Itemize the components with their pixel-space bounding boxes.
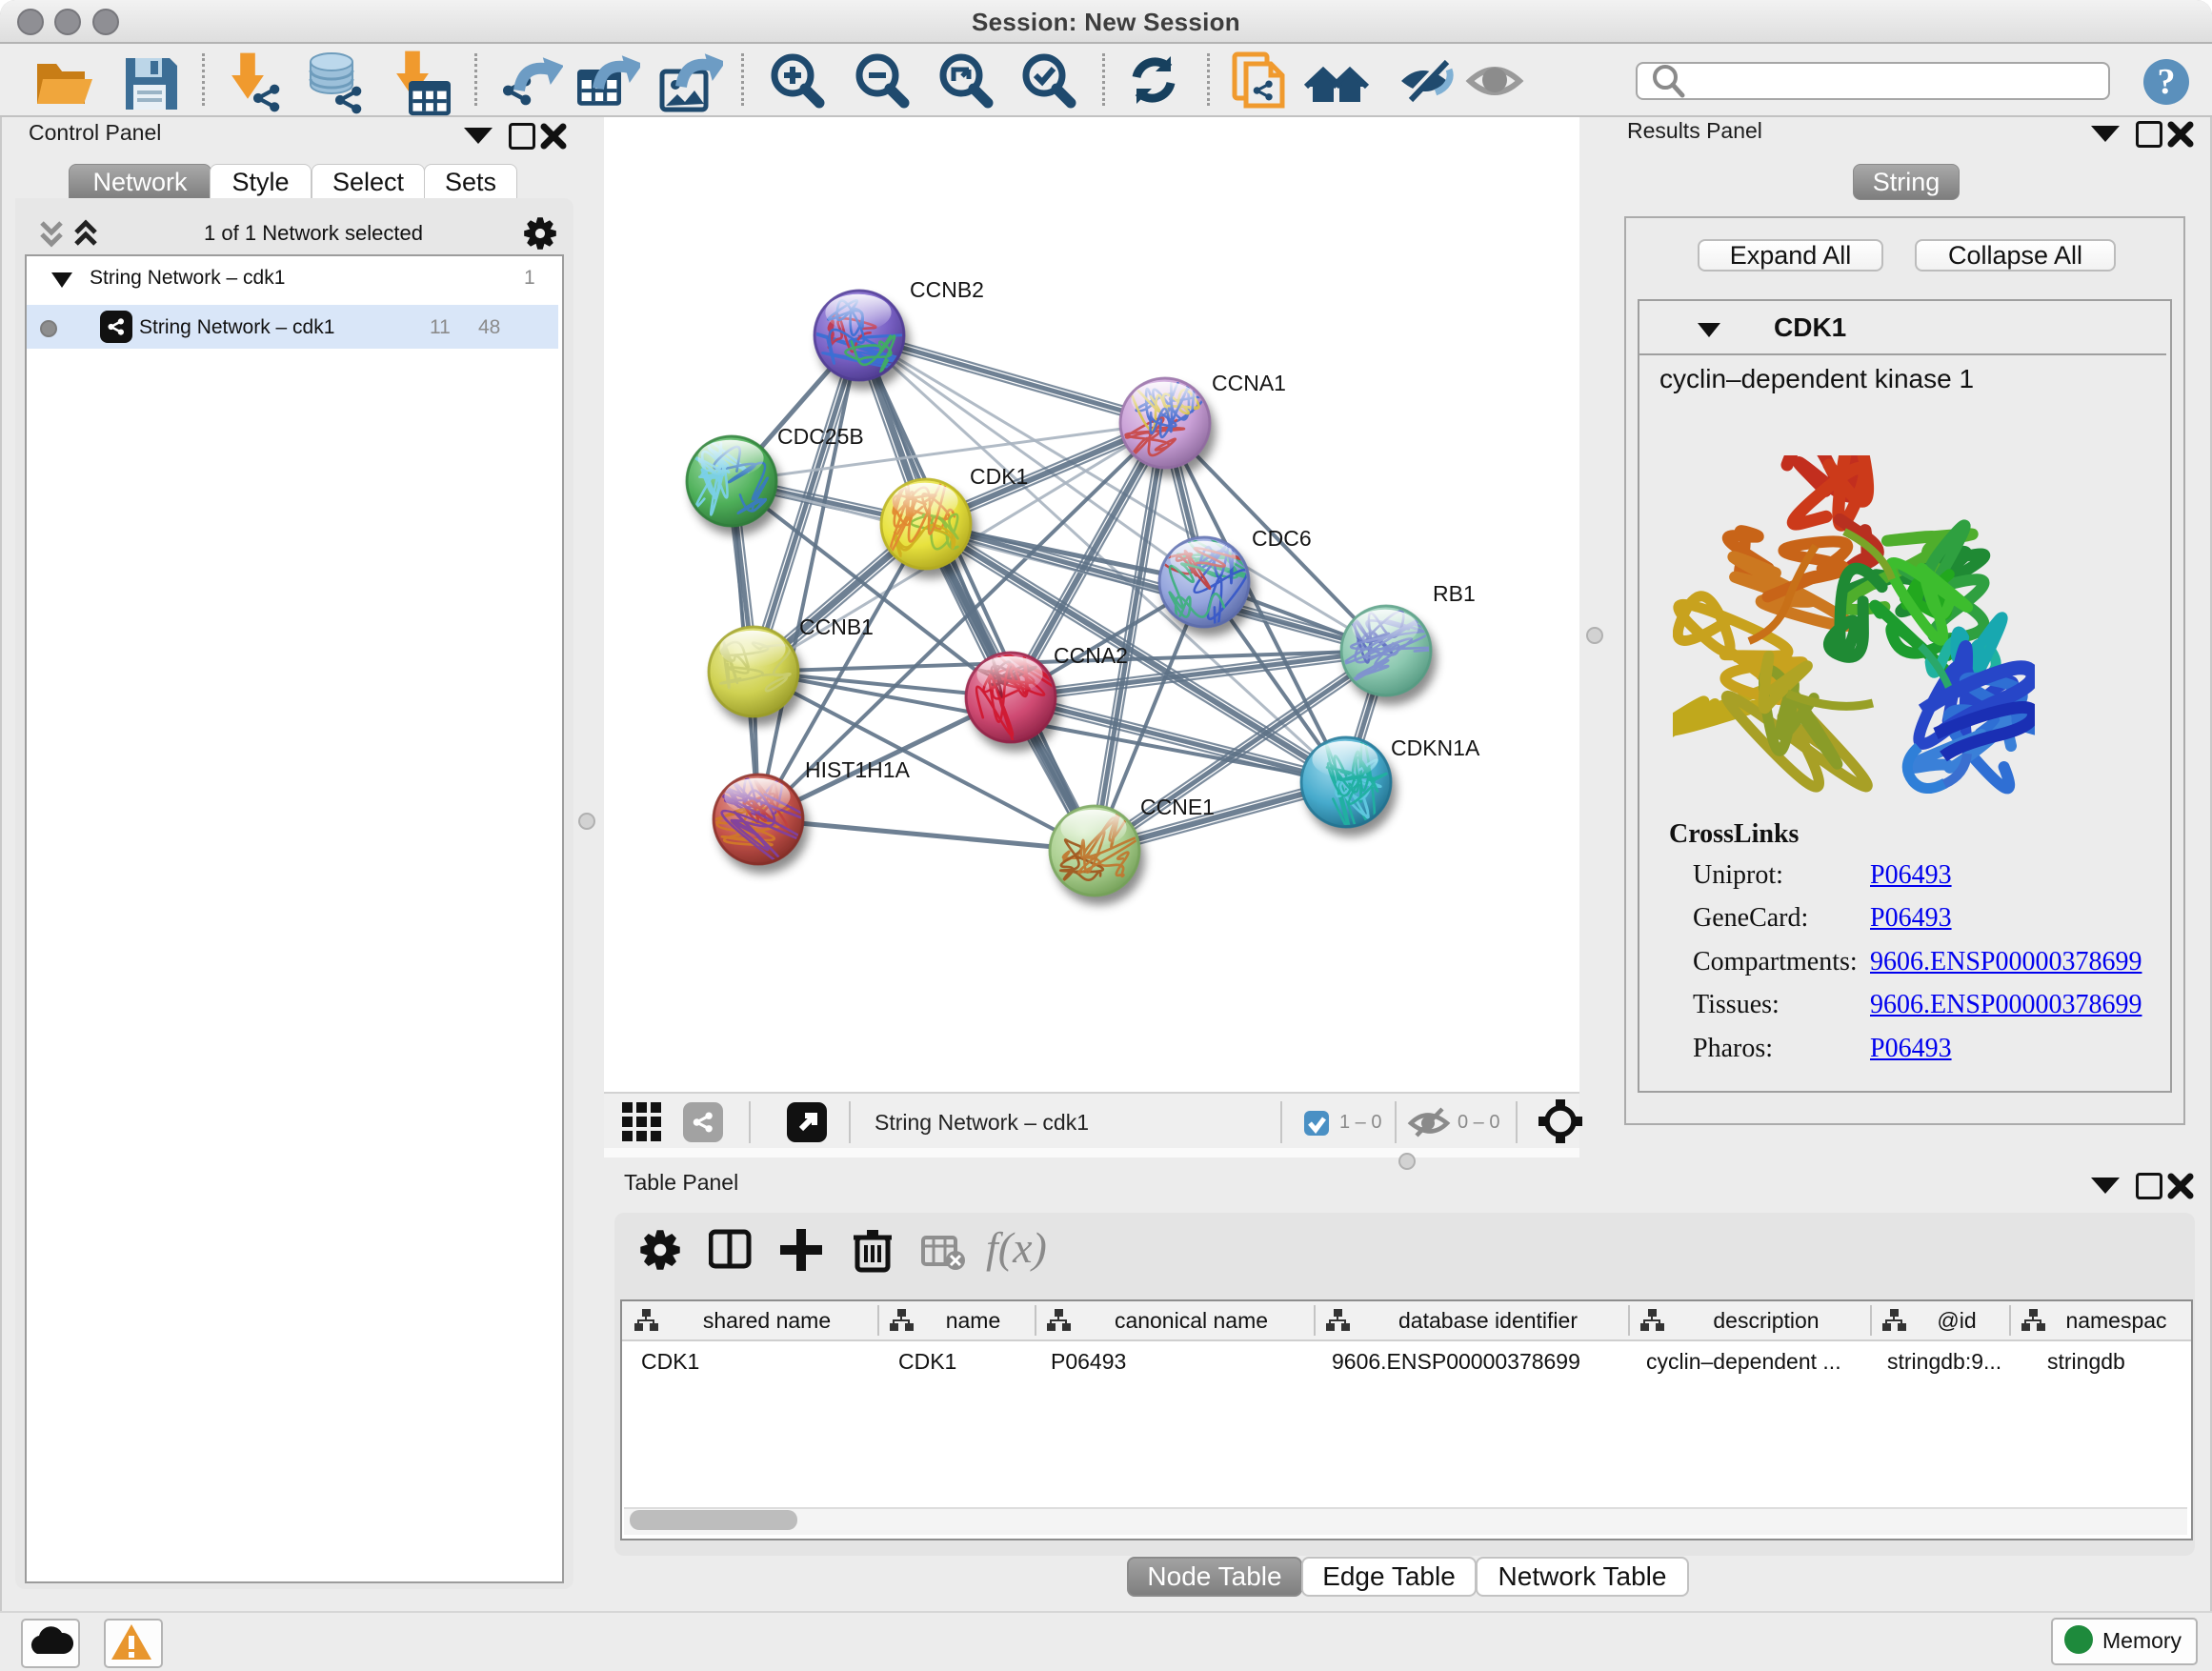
svg-text:CCNA1: CCNA1	[1212, 371, 1286, 395]
svg-text:CDKN1A: CDKN1A	[1391, 735, 1480, 760]
svg-text:CDC6: CDC6	[1252, 526, 1312, 551]
svg-text:RB1: RB1	[1433, 581, 1476, 606]
svg-text:CCNB2: CCNB2	[910, 277, 984, 302]
svg-text:CDC25B: CDC25B	[777, 424, 864, 449]
svg-text:CCNA2: CCNA2	[1054, 643, 1128, 668]
svg-text:HIST1H1A: HIST1H1A	[805, 757, 911, 782]
svg-text:CCNE1: CCNE1	[1140, 795, 1215, 819]
svg-text:CCNB1: CCNB1	[799, 614, 874, 639]
svg-text:?: ?	[2158, 62, 2176, 102]
svg-text:CDK1: CDK1	[970, 464, 1028, 489]
